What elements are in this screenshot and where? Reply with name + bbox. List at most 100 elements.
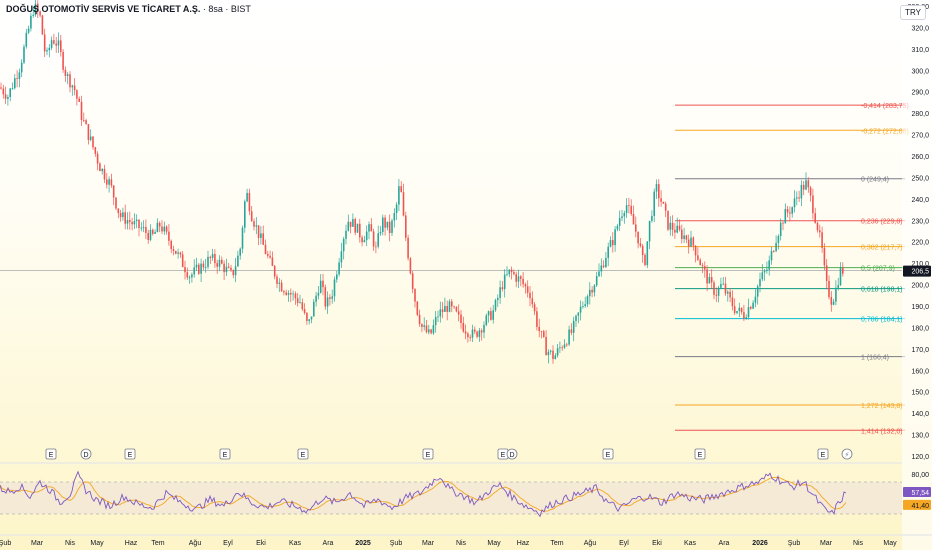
candle-body (743, 312, 745, 319)
candle-body (181, 254, 184, 268)
candle-body (605, 257, 607, 268)
candle-body (129, 220, 131, 223)
candle-body (697, 255, 699, 260)
candle-body (53, 40, 55, 44)
event-marker-10[interactable]: E (817, 448, 829, 460)
candle-body (492, 310, 494, 320)
candle-body (253, 221, 255, 227)
split-event-marker[interactable]: ⚡ (841, 448, 853, 460)
candle-body (393, 213, 396, 221)
price-tick-14: 260,0 (911, 154, 929, 161)
event-marker-4[interactable]: E (297, 448, 309, 460)
fib-label-5: 0,5 (207,9) (861, 266, 895, 273)
candle-body (239, 248, 241, 256)
price-chart[interactable]: -0,414 (283,75) -0,272 (272,00) 0 (249,4) 0… (0, 0, 932, 550)
candle-body (186, 272, 189, 278)
candle-body (552, 350, 554, 360)
candle-body (135, 219, 138, 222)
candle-body (789, 212, 791, 214)
candle-body (154, 232, 156, 234)
last-price-label: 206,5 (911, 269, 929, 276)
candle-body (80, 101, 83, 120)
candle-body (513, 272, 515, 275)
price-tick-7: 190,0 (911, 304, 929, 311)
candle-body (462, 322, 465, 332)
candle-body (237, 255, 239, 267)
event-marker-5[interactable]: E (422, 448, 434, 460)
fib-label-10: 1,414 (132,0) (861, 428, 903, 435)
candle-body (428, 329, 430, 333)
candle-body (345, 230, 347, 239)
time-tick-1: Mar (31, 540, 44, 547)
candle-body (467, 333, 469, 338)
candle-body (184, 267, 186, 273)
candle-body (563, 344, 566, 348)
candle-body (750, 307, 752, 309)
candle-body (322, 280, 324, 288)
candle-body (0, 87, 2, 89)
currency-badge[interactable]: TRY (900, 5, 926, 20)
candle-body (23, 46, 25, 63)
candle-body (683, 235, 685, 239)
rsi-band (0, 482, 902, 514)
candle-body (471, 329, 474, 338)
candle-body (674, 229, 676, 233)
price-tick-16: 280,0 (911, 111, 929, 118)
candle-body (85, 120, 87, 125)
candle-body (147, 232, 149, 240)
candle-body (722, 283, 724, 285)
price-tick-15: 270,0 (911, 133, 929, 140)
candle-body (738, 307, 741, 312)
candle-body (740, 307, 743, 313)
candle-body (73, 85, 76, 91)
candle-body (469, 337, 471, 338)
candle-body (830, 297, 833, 305)
event-marker-1[interactable]: D (80, 448, 92, 460)
candle-body (338, 262, 340, 275)
candle-body (483, 324, 485, 333)
candle-body (490, 311, 492, 320)
candle-body (319, 280, 322, 293)
candle-body (586, 296, 589, 305)
candle-body (825, 265, 828, 281)
candle-body (230, 267, 232, 270)
candle-body (69, 74, 71, 88)
candle-body (770, 250, 773, 261)
candle-body (575, 315, 577, 321)
candle-body (478, 330, 481, 337)
candle-body (119, 213, 122, 218)
candle-body (584, 304, 586, 307)
event-marker-7[interactable]: D (506, 448, 518, 460)
event-marker-6[interactable]: E (497, 448, 509, 460)
candle-body (283, 291, 285, 293)
candle-body (18, 72, 21, 80)
event-markers[interactable]: E D E E E E E D E E E ⚡ (45, 448, 853, 460)
candle-body (331, 296, 333, 299)
candle-body (582, 306, 584, 307)
candle-body (161, 226, 163, 232)
event-marker-8[interactable]: E (602, 448, 614, 460)
time-tick-4: Haz (125, 540, 138, 547)
candle-body (517, 276, 520, 282)
time-tick-11: 2025 (355, 540, 371, 547)
candle-body (14, 78, 16, 89)
price-axis[interactable]: 120,0 130,0 140,0 150,0 160,0 170,0 180,0 190,0… (902, 0, 932, 550)
candle-body (204, 266, 207, 268)
candle-body (667, 210, 669, 230)
event-label: E (223, 452, 228, 459)
candle-body (195, 264, 198, 268)
candle-body (779, 222, 782, 237)
candle-body (214, 254, 216, 264)
candle-body (375, 246, 377, 248)
time-axis[interactable]: Şub Mar Nis May Haz Tem Ağu Eyl Eki Kas Ara 2025 Şub… (0, 534, 932, 547)
event-marker-0[interactable]: E (45, 448, 57, 460)
price-tick-13: 250,0 (911, 175, 929, 182)
candle-body (451, 301, 453, 307)
candle-body (191, 274, 193, 278)
event-marker-2[interactable]: E (124, 448, 136, 460)
event-marker-9[interactable]: E (694, 448, 706, 460)
candle-body (559, 347, 561, 349)
event-marker-3[interactable]: E (219, 448, 231, 460)
candle-body (538, 326, 540, 332)
candle-body (271, 257, 274, 266)
